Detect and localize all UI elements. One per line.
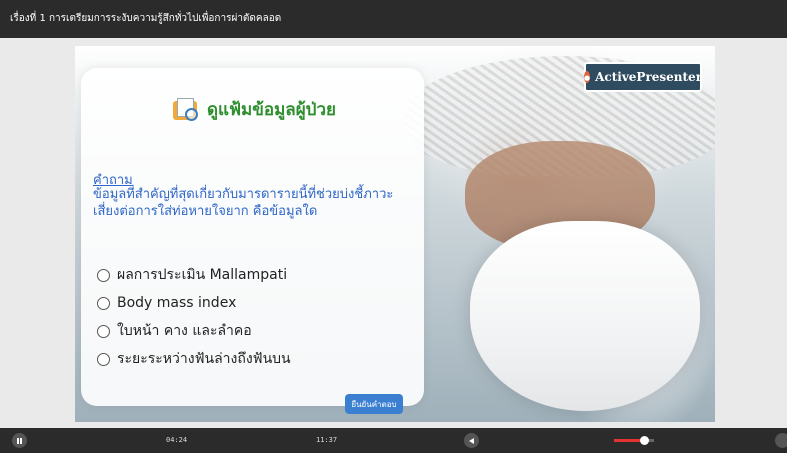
card-heading: ดูแฟ้มข้อมูลผู้ป่วย [173, 96, 336, 123]
answer-option-label: ผลการประเมิน Mallampati [117, 267, 288, 283]
answer-option-2[interactable]: Body mass index [97, 289, 291, 317]
answer-option-4[interactable]: ระยะระหว่างฟันล่างถึงฟันบน [97, 345, 291, 373]
pause-icon [17, 437, 22, 444]
patient-file-icon [173, 97, 199, 122]
activepresenter-logo: ● ActivePresenter [583, 62, 703, 92]
answer-options: ผลการประเมิน Mallampati Body mass index … [97, 261, 291, 373]
face-mask-image [470, 221, 700, 411]
submit-answer-button[interactable]: ยืนยันคำตอบ [345, 394, 403, 414]
lesson-title-bar: เรื่องที่ 1 การเตรียมการระงับความรู้สึกท… [0, 0, 787, 38]
seek-bar-handle[interactable] [640, 436, 649, 445]
radio-button[interactable] [97, 296, 110, 310]
question-text: ข้อมูลที่สำคัญที่สุดเกี่ยวกับมารดารายนี้… [93, 187, 394, 219]
question-card: ดูแฟ้มข้อมูลผู้ป่วย คำถาม ข้อมูลที่สำคัญ… [81, 68, 424, 414]
brand-name: ActivePresenter [595, 70, 703, 84]
total-duration: 11:37 [316, 436, 338, 444]
seek-bar[interactable] [614, 436, 654, 445]
fullscreen-button[interactable] [775, 433, 787, 448]
radio-button[interactable] [97, 352, 110, 366]
slide-stage: ● ActivePresenter ดูแฟ้มข้อมูลผู้ป่วย คำ… [75, 46, 715, 422]
card-title: ดูแฟ้มข้อมูลผู้ป่วย [207, 100, 336, 120]
answer-option-1[interactable]: ผลการประเมิน Mallampati [97, 261, 291, 289]
answer-option-3[interactable]: ใบหน้า คาง และลำคอ [97, 317, 291, 345]
player-controls: 04:24 11:37 [0, 428, 787, 453]
volume-button[interactable] [464, 433, 479, 448]
answer-option-label: ระยะระหว่างฟันล่างถึงฟันบน [117, 351, 291, 367]
radio-button[interactable] [97, 324, 110, 338]
volume-icon [469, 437, 474, 444]
radio-button[interactable] [97, 268, 110, 282]
answer-option-label: Body mass index [117, 295, 237, 311]
answer-option-label: ใบหน้า คาง และลำคอ [117, 323, 252, 339]
elapsed-time: 04:24 [166, 436, 188, 444]
pause-button[interactable] [12, 433, 27, 448]
activepresenter-icon: ● [583, 71, 591, 83]
lesson-title: เรื่องที่ 1 การเตรียมการระงับความรู้สึกท… [10, 13, 282, 24]
